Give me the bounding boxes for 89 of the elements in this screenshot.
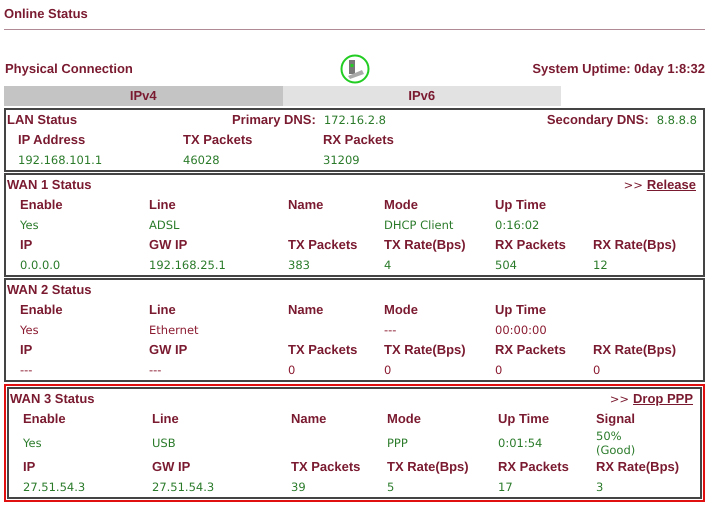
table-cell-text: 0 — [593, 362, 602, 379]
table-cell-text: 5 — [387, 479, 396, 496]
table-cell-text: ADSL — [149, 217, 180, 234]
column-header: RX Rate(Bps) — [593, 341, 678, 360]
tab[interactable]: IPv4 — [4, 86, 282, 106]
table-cell-text: 0:01:54 — [498, 435, 544, 452]
column-header: Line — [149, 196, 177, 214]
table-cell-text: 27.51.54.3 — [152, 479, 216, 496]
table-cell-text: Ethernet — [149, 322, 200, 339]
table-cell-text: 39 — [291, 479, 307, 496]
table-cell-text: 27.51.54.3 — [23, 479, 86, 496]
column-header: IP Address — [18, 131, 86, 150]
table-cell-text: Yes — [20, 322, 40, 339]
column-header: RX Packets — [495, 236, 567, 254]
table-cell-text: 46028 — [183, 152, 221, 169]
table-cell-text: 31209 — [323, 152, 361, 169]
column-header: RX Packets — [498, 458, 570, 476]
column-header: GW IP — [149, 341, 188, 360]
table-cell-text: 192.168.101.1 — [18, 152, 104, 169]
field-value: 172.16.2.8 — [324, 113, 387, 127]
column-header: TX Rate(Bps) — [387, 458, 470, 476]
system-uptime: System Uptime: 0day 1:8:32 — [531, 60, 705, 78]
panel-title: LAN Status — [7, 111, 78, 130]
column-header: IP — [20, 236, 34, 254]
column-header: Enable — [20, 301, 64, 320]
link-prefix: >> — [610, 392, 630, 406]
table-cell-text: DHCP Client — [384, 217, 454, 234]
column-header: Line — [149, 301, 177, 320]
table-cell-text: Yes — [23, 435, 43, 452]
column-header: TX Packets — [288, 236, 358, 254]
column-header: Name — [288, 196, 324, 214]
column-header: Signal — [596, 410, 636, 428]
table-cell-text: 0 — [288, 362, 296, 379]
column-header: TX Packets — [288, 341, 358, 360]
modem-icon — [340, 54, 370, 84]
table-cell-text: --- — [384, 322, 398, 339]
table-cell-text: 0:16:02 — [495, 217, 540, 234]
table-cell-text: --- — [149, 362, 162, 379]
column-header: TX Rate(Bps) — [384, 236, 467, 254]
column-header: TX Rate(Bps) — [384, 341, 467, 360]
page-title: Online Status — [4, 4, 88, 23]
panel-title: WAN 1 Status — [7, 176, 92, 194]
table-cell-text: 192.168.25.1 — [149, 257, 227, 274]
table-cell-text: USB — [152, 435, 177, 452]
column-header: Enable — [20, 196, 64, 214]
table-cell-text: 50% (Good) — [596, 429, 636, 457]
field-label: Secondary DNS: — [546, 111, 649, 130]
column-header: RX Rate(Bps) — [593, 236, 678, 254]
column-header: IP — [23, 458, 36, 476]
column-header: Name — [288, 301, 324, 320]
column-header: Up Time — [495, 301, 548, 320]
section-title: Physical Connection — [5, 60, 134, 78]
table-cell-text: 504 — [495, 257, 518, 274]
field-value: 8.8.8.8 — [656, 113, 697, 127]
panel-title: WAN 3 Status — [10, 390, 95, 408]
table-cell-text: 0.0.0.0 — [20, 257, 62, 274]
column-header: RX Packets — [323, 131, 395, 150]
column-header: Up Time — [495, 196, 548, 214]
column-header: IP — [20, 341, 34, 360]
table-cell-text: 4 — [384, 257, 392, 274]
column-header: TX Packets — [291, 458, 362, 476]
column-header: Mode — [384, 196, 419, 214]
action-link[interactable]: Release — [646, 175, 696, 195]
column-header: Line — [152, 410, 180, 428]
field-label: Primary DNS: — [232, 111, 316, 130]
column-header: Mode — [384, 301, 419, 320]
table-cell-text: 00:00:00 — [495, 322, 548, 339]
table-cell-text: PPP — [387, 435, 409, 452]
column-header: Name — [291, 410, 328, 428]
column-header: RX Packets — [495, 341, 567, 360]
column-header: Up Time — [498, 410, 550, 428]
table-cell-text: --- — [20, 362, 34, 379]
column-header: GW IP — [149, 236, 188, 254]
table-cell-text: 0 — [384, 362, 392, 379]
column-header: TX Packets — [183, 131, 254, 150]
link-prefix: >> — [624, 178, 643, 192]
table-cell-text: 383 — [288, 257, 311, 274]
table-cell-text: 12 — [593, 257, 609, 274]
table-cell-text: 0 — [495, 362, 504, 379]
table-cell-text: 3 — [596, 479, 604, 496]
column-header: Enable — [23, 410, 67, 428]
column-header: Mode — [387, 410, 422, 428]
table-cell-text: Yes — [20, 217, 40, 234]
panel-title: WAN 2 Status — [7, 281, 92, 300]
column-header: RX Rate(Bps) — [596, 458, 680, 476]
tab[interactable]: IPv6 — [282, 86, 561, 106]
column-header: GW IP — [152, 458, 192, 476]
action-link[interactable]: Drop PPP — [633, 389, 693, 409]
table-cell-text: 17 — [498, 479, 514, 496]
